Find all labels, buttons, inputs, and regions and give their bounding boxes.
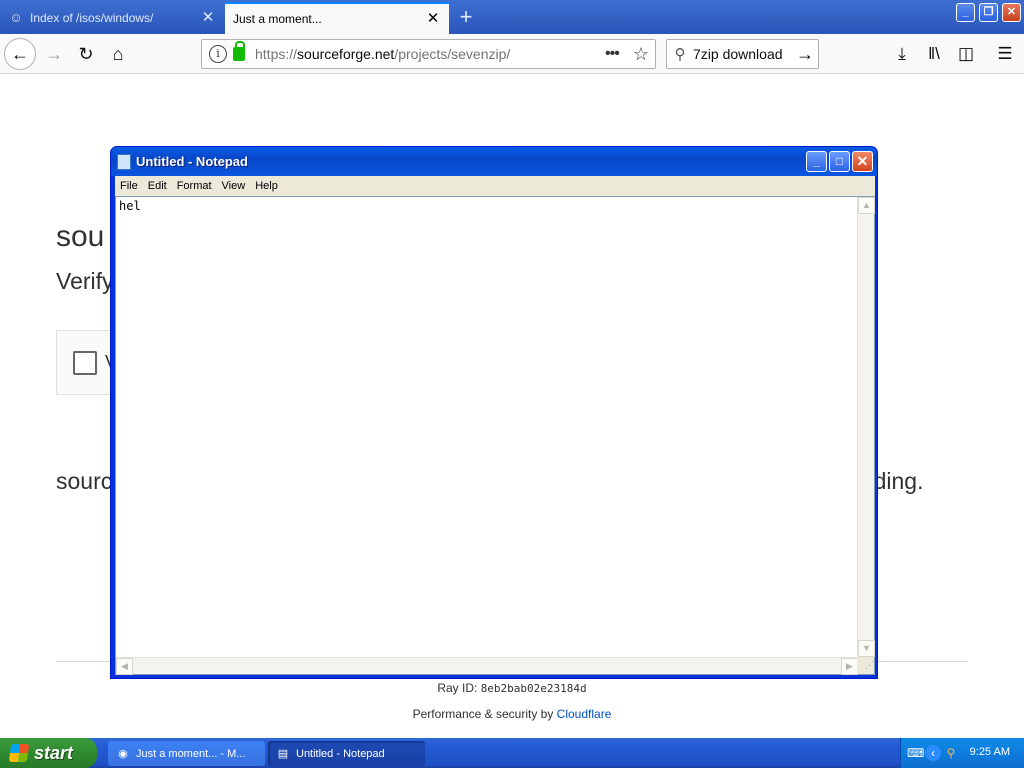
browser-nav-bar: ← → ↻ ⌂ i https://sourceforge.net/projec… [0, 34, 1024, 74]
notepad-menu-bar: File Edit Format View Help [115, 176, 875, 196]
browser-tab-bar: ☺ Index of /isos/windows/ ✕ Just a momen… [0, 0, 1024, 34]
scroll-up-arrow-icon[interactable]: ▲ [858, 197, 875, 214]
notepad-icon: ▤ [277, 747, 289, 760]
page-title: sou [56, 220, 105, 253]
new-tab-plus-icon[interactable]: + [453, 4, 479, 30]
notepad-maximize-button[interactable]: □ [829, 151, 850, 172]
search-tray-icon[interactable]: ⚲ [943, 745, 959, 761]
reload-icon[interactable]: ↻ [70, 38, 102, 70]
tab-close-icon[interactable]: ✕ [200, 10, 216, 26]
review-text-start: sourc [56, 468, 113, 494]
vertical-scrollbar[interactable]: ▲ ▼ [857, 197, 875, 657]
tab-index-of-isos[interactable]: ☺ Index of /isos/windows/ ✕ [0, 2, 224, 34]
resize-grip-icon[interactable]: ⋰ [857, 657, 874, 674]
browser-minimize-button[interactable]: _ [956, 3, 975, 22]
tab-close-icon[interactable]: ✕ [425, 11, 441, 27]
tab-label: Just a moment... [233, 12, 322, 26]
address-bar[interactable]: i https://sourceforge.net/projects/seven… [201, 39, 656, 69]
notepad-text-area[interactable]: hel ▲ ▼ ◀ ▶ ⋰ [115, 196, 875, 675]
secure-lock-icon[interactable] [233, 41, 245, 61]
notepad-title: Untitled - Notepad [136, 154, 248, 169]
folder-favicon-icon: ☺ [9, 10, 23, 25]
browser-restore-button[interactable]: ❐ [979, 3, 998, 22]
url-text[interactable]: https://sourceforge.net/projects/sevenzi… [255, 46, 605, 62]
verify-checkbox[interactable] [73, 351, 97, 375]
menu-view[interactable]: View [217, 180, 251, 192]
performance-text: Performance & security by [412, 707, 557, 721]
scroll-left-arrow-icon[interactable]: ◀ [116, 658, 133, 675]
firefox-icon: ◉ [118, 747, 128, 760]
url-scheme: https:// [255, 46, 298, 62]
page-actions-ellipsis-icon[interactable]: ••• [605, 45, 627, 63]
library-icon[interactable]: ‖\ [918, 38, 950, 70]
ray-id-value: 8eb2bab02e23184d [480, 682, 587, 695]
verify-heading: Verify [56, 268, 114, 294]
cloudflare-link[interactable]: Cloudflare [557, 707, 612, 721]
back-arrow-icon[interactable]: ← [4, 38, 36, 70]
search-go-arrow-icon[interactable]: → [792, 44, 818, 65]
home-icon[interactable]: ⌂ [102, 38, 134, 70]
show-hidden-icons-chevron-icon[interactable]: ‹ [925, 745, 941, 761]
downloads-icon[interactable]: ⤓ [886, 38, 918, 70]
ray-id-label: Ray ID: [437, 681, 481, 695]
bookmark-star-icon[interactable]: ☆ [627, 44, 655, 65]
taskbar: start ◉ Just a moment... - M... ▤ Untitl… [0, 738, 1024, 768]
taskbar-item-label: Just a moment... - M... [136, 747, 246, 760]
taskbar-item-firefox[interactable]: ◉ Just a moment... - M... [108, 741, 265, 766]
clock[interactable]: 9:25 AM [970, 746, 1010, 758]
keyboard-icon[interactable]: ⌨ [907, 745, 924, 761]
forward-arrow-icon[interactable]: → [38, 38, 70, 70]
horizontal-scrollbar[interactable]: ◀ ▶ [116, 657, 858, 675]
notepad-title-bar[interactable]: Untitled - Notepad _ □ ✕ [111, 147, 877, 176]
start-label: start [34, 742, 74, 763]
taskbar-item-notepad[interactable]: ▤ Untitled - Notepad [268, 741, 425, 766]
notepad-minimize-button[interactable]: _ [806, 151, 827, 172]
windows-flag-icon [8, 744, 30, 762]
search-input[interactable]: 7zip download [693, 46, 792, 62]
page-info-icon[interactable]: i [209, 45, 227, 63]
search-bar[interactable]: ⚲ 7zip download → [666, 39, 819, 69]
sidebar-toggle-icon[interactable]: ◫ [950, 38, 982, 70]
start-button[interactable]: start [0, 738, 97, 768]
url-domain: sourceforge.net [297, 46, 395, 62]
taskbar-item-label: Untitled - Notepad [296, 747, 385, 760]
scroll-right-arrow-icon[interactable]: ▶ [841, 658, 858, 675]
tab-just-a-moment[interactable]: Just a moment... ✕ [225, 2, 449, 34]
url-path: /projects/sevenzip/ [394, 46, 511, 62]
hamburger-menu-icon[interactable]: ☰ [989, 38, 1021, 70]
menu-format[interactable]: Format [172, 180, 217, 192]
tab-label: Index of /isos/windows/ [30, 11, 154, 25]
notepad-content[interactable]: hel [119, 199, 141, 213]
browser-close-button[interactable]: ✕ [1002, 3, 1021, 22]
scroll-down-arrow-icon[interactable]: ▼ [858, 640, 875, 657]
menu-edit[interactable]: Edit [143, 180, 172, 192]
ray-id: Ray ID: 8eb2bab02e23184d [0, 681, 1024, 695]
notepad-app-icon [117, 154, 131, 170]
menu-help[interactable]: Help [250, 180, 283, 192]
performance-credit: Performance & security by Cloudflare [0, 707, 1024, 721]
search-icon: ⚲ [674, 46, 686, 63]
menu-file[interactable]: File [115, 180, 143, 192]
notepad-close-button[interactable]: ✕ [852, 151, 873, 172]
notepad-window: Untitled - Notepad _ □ ✕ File Edit Forma… [110, 146, 878, 679]
system-tray: ⌨ ‹ ⚲ 9:25 AM [900, 738, 1024, 768]
